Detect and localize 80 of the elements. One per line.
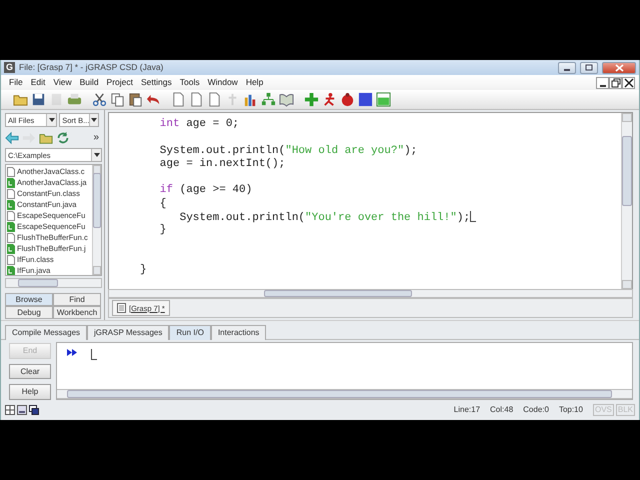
menu-item[interactable]: Edit: [26, 77, 50, 88]
restore-button[interactable]: [609, 76, 622, 88]
code-line: int age = 0;: [158, 118, 240, 132]
grid-icon[interactable]: [5, 405, 15, 415]
code-line: System.out.println("You're over the hill!");: [140, 211, 621, 224]
minimize-button[interactable]: [596, 76, 609, 88]
menu-item[interactable]: Build: [76, 77, 103, 88]
scrollbar-thumb[interactable]: [93, 172, 101, 228]
windows-icon[interactable]: [29, 405, 39, 415]
scissors-icon[interactable]: [92, 92, 107, 107]
prompt-arrows-icon: [67, 349, 77, 356]
code-line: age = in.nextInt();: [158, 158, 286, 172]
vertical-scrollbar[interactable]: [92, 165, 101, 275]
close-icon: [624, 78, 634, 88]
button[interactable]: Clear: [9, 364, 51, 380]
close-button[interactable]: [622, 76, 635, 88]
tree-icon[interactable]: [261, 92, 276, 107]
menu-item[interactable]: Project: [102, 77, 138, 88]
refresh-icon[interactable]: [56, 130, 70, 144]
restore-icon: [610, 78, 620, 88]
status-text: Col:48: [490, 405, 514, 415]
horizontal-scrollbar[interactable]: [108, 289, 633, 298]
tab[interactable]: Debug: [5, 306, 53, 319]
document-icon[interactable]: [207, 92, 222, 107]
scrollbar-thumb[interactable]: [18, 279, 58, 287]
book-icon[interactable]: [279, 92, 294, 107]
caret-icon: [48, 118, 54, 122]
back-arrow-icon[interactable]: [5, 130, 19, 144]
app-logo: G: [4, 62, 15, 73]
button[interactable]: Help: [9, 384, 51, 400]
status-text: Top:10: [558, 405, 583, 415]
close-icon: [614, 64, 624, 72]
status-text: Line:17: [454, 405, 480, 415]
maximize-icon: [585, 64, 593, 71]
plus-icon[interactable]: [304, 92, 319, 107]
horizontal-scrollbar[interactable]: [57, 389, 632, 399]
menu-item[interactable]: Tools: [176, 77, 204, 88]
menu-item[interactable]: View: [49, 77, 76, 88]
horizontal-scrollbar[interactable]: [5, 278, 102, 288]
code-line: {: [158, 198, 168, 212]
bug-icon[interactable]: [340, 92, 355, 107]
scrollbar-thumb[interactable]: [264, 290, 412, 297]
window-title: File: [Grasp 7] * - jGRASP CSD (Java): [19, 62, 164, 73]
more-button[interactable]: »: [90, 132, 102, 144]
menu-item[interactable]: File: [5, 77, 27, 88]
code-line: }: [158, 224, 168, 238]
printer-icon[interactable]: [67, 92, 82, 107]
menu-item[interactable]: Settings: [137, 77, 176, 88]
window-icon[interactable]: [376, 92, 391, 107]
document-icon[interactable]: [171, 92, 186, 107]
status-text: Code:0: [523, 405, 549, 415]
bar-chart-icon[interactable]: [243, 92, 258, 107]
caret-icon: [91, 118, 98, 122]
tab[interactable]: Run I/O: [169, 325, 211, 340]
scrollbar-thumb[interactable]: [67, 390, 612, 398]
tab[interactable]: Workbench: [53, 306, 101, 319]
scrollbar-thumb[interactable]: [622, 136, 632, 206]
tab[interactable]: jGRASP Messages: [87, 325, 170, 340]
document-icon: [117, 303, 126, 313]
tab[interactable]: Interactions: [210, 325, 266, 340]
menu-item[interactable]: Help: [242, 77, 268, 88]
tab[interactable]: Find: [53, 293, 101, 306]
caret-icon: [94, 153, 100, 157]
vertical-scrollbar[interactable]: [621, 113, 632, 289]
clipboard-icon[interactable]: [128, 92, 143, 107]
copy-icon[interactable]: [110, 92, 125, 107]
minimize-button[interactable]: [558, 62, 576, 74]
tab[interactable]: Compile Messages: [5, 325, 88, 340]
code-line: if (age >= 40): [158, 184, 254, 198]
code-line: System.out.println("How old are you?");: [158, 144, 418, 158]
floppy-icon[interactable]: [31, 92, 46, 107]
window-icon[interactable]: [17, 405, 27, 415]
tab[interactable]: Browse: [5, 293, 53, 306]
minimize-icon: [600, 84, 606, 86]
code-line: }: [140, 264, 148, 278]
square-icon[interactable]: [358, 92, 373, 107]
document-icon[interactable]: [189, 92, 204, 107]
maximize-button[interactable]: [580, 62, 598, 74]
menu-item[interactable]: Window: [204, 77, 242, 88]
running-figure-icon[interactable]: [322, 92, 337, 107]
